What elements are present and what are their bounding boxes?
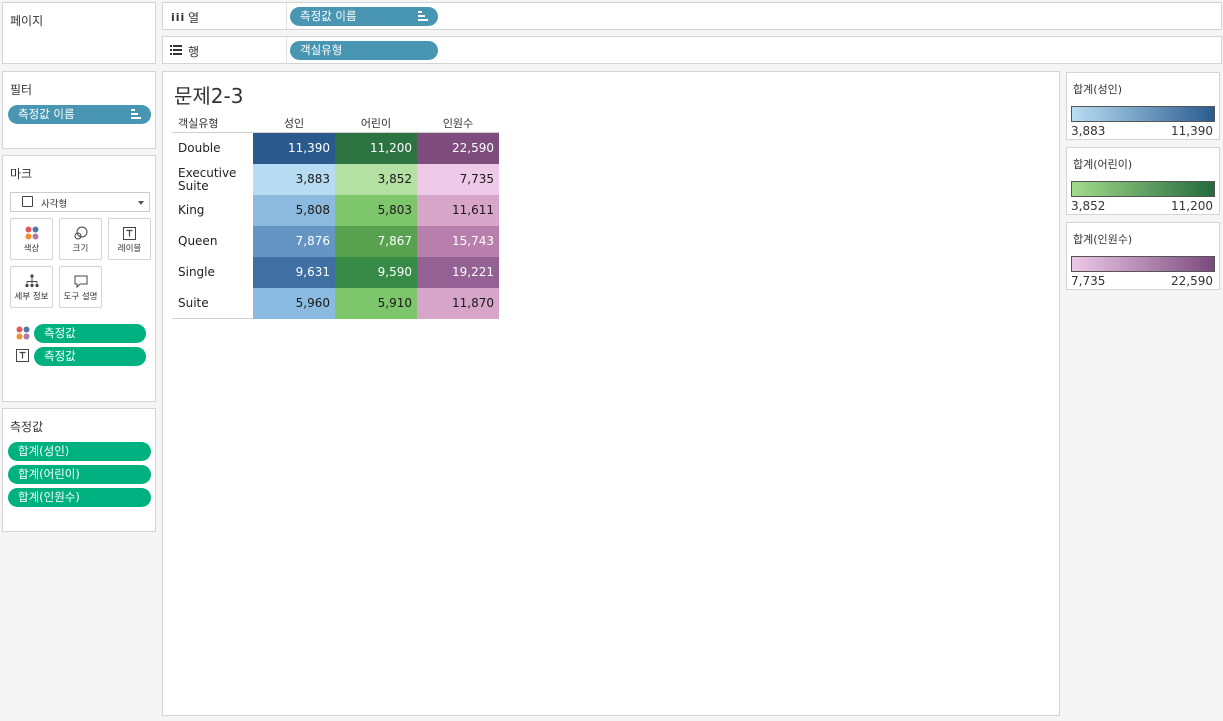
legend-gradient-bar	[1071, 181, 1215, 197]
columns-label: 열	[188, 11, 200, 25]
marks-color-pill-label: 측정값	[44, 326, 76, 340]
table-cell[interactable]: 19,221	[417, 257, 499, 288]
legend-min: 3,852	[1071, 199, 1106, 213]
row-header-room-type[interactable]: 객실유형	[178, 115, 218, 131]
table-cell[interactable]: 15,743	[417, 226, 499, 257]
marks-title: 마크	[10, 167, 33, 181]
size-button[interactable]: 크기	[59, 218, 102, 260]
legend-max: 11,390	[1171, 124, 1213, 138]
tooltip-button[interactable]: 도구 설명	[59, 266, 102, 308]
pages-title: 페이지	[10, 14, 44, 28]
legend-title: 합계(어린이)	[1073, 158, 1133, 171]
columns-pill-label: 측정값 이름	[300, 9, 357, 23]
col-header-total[interactable]: 인원수	[417, 115, 499, 131]
measure-pill-label: 합계(성인)	[18, 444, 70, 458]
sheet-title: 문제2-3	[174, 84, 244, 108]
table-cell[interactable]: 11,390	[253, 133, 335, 164]
label-label: 레이블	[117, 244, 142, 254]
table-cell[interactable]: 11,870	[417, 288, 499, 319]
measure-pill-adult[interactable]: 합계(성인)	[8, 442, 151, 461]
measure-pill-child[interactable]: 합계(어린이)	[8, 465, 151, 484]
table-cell[interactable]: 5,808	[253, 195, 335, 226]
row-label[interactable]: Suite	[178, 288, 250, 319]
measure-pill-label: 합계(인원수)	[18, 490, 80, 504]
legend-min: 7,735	[1071, 274, 1106, 288]
table-cell[interactable]: 3,883	[253, 164, 335, 195]
table-cell[interactable]: 22,590	[417, 133, 499, 164]
size-icon	[74, 226, 87, 240]
columns-pill-measure-names[interactable]: 측정값 이름	[290, 7, 438, 26]
marks-label-pill-label: 측정값	[44, 349, 76, 363]
columns-icon: iii	[171, 11, 186, 24]
rows-shelf[interactable]: 행 객실유형	[162, 36, 1222, 64]
measure-values-title: 측정값	[10, 420, 44, 434]
rows-icon	[170, 45, 182, 55]
sort-icon	[418, 11, 428, 22]
color-button[interactable]: 색상	[10, 218, 53, 260]
table-cell[interactable]: 7,735	[417, 164, 499, 195]
legend-title: 합계(인원수)	[1073, 233, 1133, 246]
col-header-adult[interactable]: 성인	[253, 115, 335, 131]
size-label: 크기	[72, 244, 89, 254]
legend-max: 22,590	[1171, 274, 1213, 288]
table-cell[interactable]: 3,852	[335, 164, 417, 195]
marks-color-pill[interactable]: 측정값	[34, 324, 146, 343]
table-cell[interactable]: 7,876	[253, 226, 335, 257]
color-legend[interactable]: 합계(어린이) 3,852 11,200	[1066, 147, 1220, 215]
measure-pill-total[interactable]: 합계(인원수)	[8, 488, 151, 507]
row-label[interactable]: Single	[178, 257, 250, 288]
row-label[interactable]: Double	[178, 133, 250, 164]
measure-pill-label: 합계(어린이)	[18, 467, 80, 481]
rows-pill-label: 객실유형	[300, 43, 343, 57]
row-label[interactable]: King	[178, 195, 250, 226]
sort-icon	[131, 109, 141, 120]
columns-shelf[interactable]: iii 열 측정값 이름	[162, 2, 1222, 30]
color-legend[interactable]: 합계(인원수) 7,735 22,590	[1066, 222, 1220, 290]
row-label[interactable]: Queen	[178, 226, 250, 257]
square-icon	[22, 196, 33, 207]
row-label[interactable]: Executive Suite	[178, 164, 250, 195]
chevron-down-icon	[138, 201, 144, 205]
legend-min: 3,883	[1071, 124, 1106, 138]
legend-title: 합계(성인)	[1073, 83, 1123, 96]
legend-gradient-bar	[1071, 256, 1215, 272]
detail-button[interactable]: 세부 정보	[10, 266, 53, 308]
filter-pill-label: 측정값 이름	[18, 107, 75, 121]
tooltip-bubble-icon	[74, 275, 87, 288]
tooltip-label: 도구 설명	[63, 292, 98, 302]
table-cell[interactable]: 11,200	[335, 133, 417, 164]
col-header-child[interactable]: 어린이	[335, 115, 417, 131]
table-cell[interactable]: 9,590	[335, 257, 417, 288]
marks-panel: 마크 사각형 색상 크기 레이블 세부 정보 도구 설명 측정값 측정값	[2, 155, 156, 402]
rows-label: 행	[188, 45, 200, 59]
sheet-canvas: 문제2-3 객실유형 성인 어린이 인원수 Double 11,390 11,200…	[162, 71, 1060, 716]
detail-hierarchy-icon	[24, 274, 39, 288]
table-cell[interactable]: 7,867	[335, 226, 417, 257]
table-cell[interactable]: 5,960	[253, 288, 335, 319]
table-cell[interactable]: 5,910	[335, 288, 417, 319]
text-label-icon	[123, 226, 136, 240]
legend-gradient-bar	[1071, 106, 1215, 122]
filters-panel: 필터 측정값 이름	[2, 71, 156, 149]
table-cell[interactable]: 5,803	[335, 195, 417, 226]
detail-label: 세부 정보	[14, 292, 49, 302]
mark-type-label: 사각형	[41, 199, 68, 210]
text-label-icon	[16, 349, 29, 362]
color-legend[interactable]: 합계(성인) 3,883 11,390	[1066, 72, 1220, 140]
legend-max: 11,200	[1171, 199, 1213, 213]
rows-pill-room-type[interactable]: 객실유형	[290, 41, 438, 60]
filters-title: 필터	[10, 83, 33, 97]
mark-type-dropdown[interactable]: 사각형	[10, 192, 150, 212]
filter-pill-measure-names[interactable]: 측정값 이름	[8, 105, 151, 124]
measure-values-panel: 측정값 합계(성인) 합계(어린이) 합계(인원수)	[2, 408, 156, 532]
table-cell[interactable]: 11,611	[417, 195, 499, 226]
color-dots-icon	[25, 226, 38, 240]
crosstab: 객실유형 성인 어린이 인원수 Double 11,390 11,200 22,590…	[172, 111, 502, 321]
color-label: 색상	[23, 244, 40, 254]
marks-label-pill[interactable]: 측정값	[34, 347, 146, 366]
table-cell[interactable]: 9,631	[253, 257, 335, 288]
color-dots-icon	[16, 326, 30, 340]
pages-panel: 페이지	[2, 2, 156, 64]
label-button[interactable]: 레이블	[108, 218, 151, 260]
